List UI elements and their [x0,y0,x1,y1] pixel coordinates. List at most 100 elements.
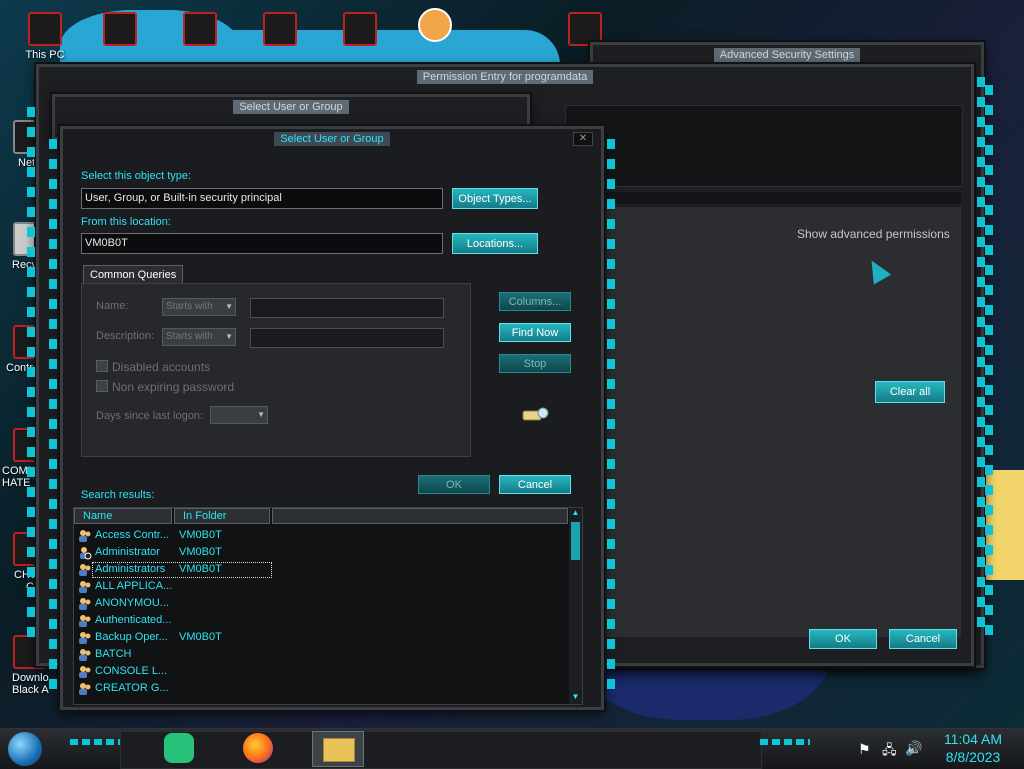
group-icon [79,666,91,678]
scrollbar[interactable]: ▲ ▼ [569,508,582,704]
ok-button: OK [418,475,490,494]
column-header-name[interactable]: Name [74,508,172,524]
description-label: Description: [96,330,155,342]
scrollbar-thumb[interactable] [571,522,580,560]
clear-all-button[interactable]: Clear all [875,381,945,403]
desktop-icon[interactable] [90,12,150,49]
network-icon[interactable]: 🖧 [882,741,897,763]
object-types-button[interactable]: Object Types... [452,188,538,209]
cancel-button[interactable]: Cancel [499,475,571,494]
stop-button: Stop [499,354,571,373]
scroll-up-icon[interactable]: ▲ [570,508,581,520]
scroll-down-icon[interactable]: ▼ [570,692,581,704]
result-row[interactable]: CREATOR G... [74,681,564,698]
common-queries-panel: Name: Starts with ▼ Description: Starts w… [81,283,471,457]
app-icon [263,12,297,46]
clock-time[interactable]: 11:04 AM [938,731,1008,747]
app-icon [103,12,137,46]
find-now-button[interactable]: Find Now [499,323,571,342]
result-name: Administrator [95,546,160,558]
locations-button[interactable]: Locations... [452,233,538,254]
search-results-list[interactable]: Name In Folder ▲ ▼ Access Contr... VM0B0T… [73,507,583,705]
taskbar: ⚑ 🖧 🔊 11:04 AM 8/8/2023 [0,728,1024,769]
result-folder: VM0B0T [179,546,222,558]
desktop-icon-this-pc[interactable]: This PC [15,12,75,61]
result-name: Administrators [95,563,166,575]
group-icon [79,649,91,661]
desktop-icon-user[interactable] [405,8,465,45]
result-name: CREATOR G... [95,682,169,694]
desktop-icon-label: This PC [25,49,65,61]
result-row[interactable]: Authenticated... [74,613,564,630]
result-row[interactable]: CONSOLE L... [74,664,564,681]
result-folder: VM0B0T [179,529,222,541]
search-flashlight-icon [519,405,549,425]
disabled-accounts-checkbox [96,360,108,372]
result-row[interactable]: Backup Oper... VM0B0T [74,630,564,647]
show-advanced-permissions-link[interactable]: Show advanced permissions [797,227,950,241]
description-starts-with-dropdown: Starts with ▼ [162,328,236,346]
result-name: ALL APPLICA... [95,580,173,592]
group-icon [79,683,91,695]
desktop-icon[interactable] [250,12,310,49]
frame-glow [27,107,35,647]
back-cancel-button[interactable]: Cancel [889,629,957,649]
result-row[interactable]: ALL APPLICA... [74,579,564,596]
clock-date[interactable]: 8/8/2023 [938,749,1008,765]
location-label: From this location: [81,216,171,228]
start-button-icon[interactable] [8,732,42,766]
group-icon [79,615,91,627]
days-since-label: Days since last logon: [96,410,203,422]
back-ok-button[interactable]: OK [809,629,877,649]
result-name: Authenticated... [95,614,172,626]
result-name: BATCH [95,648,132,660]
name-starts-with-dropdown: Starts with ▼ [162,298,236,316]
result-row[interactable]: Administrator VM0B0T [74,545,564,562]
result-row[interactable]: Access Contr... VM0B0T [74,528,564,545]
name-input [250,298,444,318]
desktop-icon[interactable] [170,12,230,49]
tab-common-queries[interactable]: Common Queries [83,265,184,284]
desktop-icon[interactable] [330,12,390,49]
window-title-text: Advanced Security Settings [713,48,861,62]
dropdown-value: Starts with [166,331,213,342]
columns-button: Columns... [499,292,571,311]
close-icon[interactable]: ✕ [573,132,593,146]
result-name: ANONYMOU... [95,597,169,609]
select-user-dialog: Select User or Group ✕ Select this objec… [49,126,615,710]
file-explorer-taskbar-button[interactable] [312,731,364,767]
permissions-panel [565,207,961,637]
result-row[interactable]: ANONYMOU... [74,596,564,613]
name-label: Name: [96,300,129,312]
result-row[interactable]: BATCH [74,647,564,664]
result-row-selected[interactable]: Administrators VM0B0T [74,562,564,579]
group-icon [79,581,91,593]
result-name: CONSOLE L... [95,665,168,677]
result-folder: VM0B0T [179,563,222,575]
chevron-down-icon: ▼ [257,410,265,419]
taskbar-decoration [760,739,810,745]
principal-panel [565,105,963,187]
window-title: Advanced Security Settings [593,48,981,62]
flag-icon[interactable]: ⚑ [858,741,871,758]
taskbar-band [120,731,762,769]
dialog-title-text: Select User or Group [274,132,390,146]
firefox-icon[interactable] [243,733,273,763]
dialog-title: Select User or Group [63,132,601,146]
window-title: Select User or Group [55,100,527,114]
user-icon [80,547,92,560]
days-since-dropdown: ▼ [210,406,268,424]
app-icon [568,12,602,46]
volume-icon[interactable]: 🔊 [905,740,922,757]
computer-icon [28,12,62,46]
app-icon [183,12,217,46]
notes-app-icon[interactable] [164,733,194,763]
dropdown-value: Starts with [166,301,213,312]
frame-glow [607,139,615,689]
group-icon [79,564,91,576]
result-name: Access Contr... [95,529,169,541]
chevron-down-icon: ▼ [225,332,233,341]
location-field: VM0B0T [81,233,443,254]
column-header-in-folder[interactable]: In Folder [174,508,270,524]
separator [565,192,961,204]
